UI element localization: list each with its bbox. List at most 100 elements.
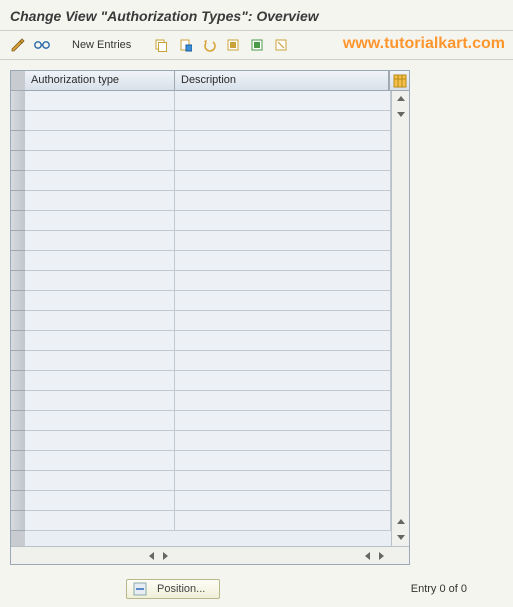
row-selector[interactable] <box>11 451 25 471</box>
table-row[interactable] <box>25 331 391 351</box>
table-row[interactable] <box>25 351 391 371</box>
row-selector[interactable] <box>11 431 25 451</box>
table-row[interactable] <box>25 91 391 111</box>
table-row[interactable] <box>25 111 391 131</box>
row-selector[interactable] <box>11 391 25 411</box>
table-row[interactable] <box>25 311 391 331</box>
cell-description[interactable] <box>175 371 391 390</box>
table-row[interactable] <box>25 371 391 391</box>
cell-description[interactable] <box>175 171 391 190</box>
delete-icon[interactable] <box>175 35 195 55</box>
table-row[interactable] <box>25 291 391 311</box>
position-button[interactable]: Position... <box>126 579 220 599</box>
cell-auth-type[interactable] <box>25 111 175 130</box>
cell-description[interactable] <box>175 451 391 470</box>
cell-auth-type[interactable] <box>25 411 175 430</box>
row-selector[interactable] <box>11 291 25 311</box>
cell-auth-type[interactable] <box>25 331 175 350</box>
horizontal-scrollbar[interactable] <box>11 546 409 564</box>
row-selector[interactable] <box>11 231 25 251</box>
row-selector[interactable] <box>11 491 25 511</box>
cell-description[interactable] <box>175 431 391 450</box>
table-row[interactable] <box>25 191 391 211</box>
scroll-up-bottom-icon[interactable] <box>393 514 409 530</box>
column-header-auth-type[interactable]: Authorization type <box>25 71 175 90</box>
scroll-left-icon[interactable] <box>145 549 159 563</box>
cell-description[interactable] <box>175 251 391 270</box>
row-selector[interactable] <box>11 271 25 291</box>
cell-description[interactable] <box>175 491 391 510</box>
cell-auth-type[interactable] <box>25 231 175 250</box>
row-selector[interactable] <box>11 471 25 491</box>
new-entries-button[interactable]: New Entries <box>66 37 137 53</box>
row-selector[interactable] <box>11 131 25 151</box>
cell-description[interactable] <box>175 331 391 350</box>
table-row[interactable] <box>25 451 391 471</box>
table-row[interactable] <box>25 251 391 271</box>
row-selector[interactable] <box>11 371 25 391</box>
cell-description[interactable] <box>175 211 391 230</box>
table-row[interactable] <box>25 471 391 491</box>
cell-auth-type[interactable] <box>25 431 175 450</box>
scroll-right-icon[interactable] <box>159 549 173 563</box>
scroll-up-icon[interactable] <box>393 91 409 107</box>
table-row[interactable] <box>25 131 391 151</box>
row-selector[interactable] <box>11 211 25 231</box>
glasses-icon[interactable] <box>32 35 52 55</box>
cell-auth-type[interactable] <box>25 491 175 510</box>
table-row[interactable] <box>25 231 391 251</box>
cell-description[interactable] <box>175 231 391 250</box>
table-row[interactable] <box>25 151 391 171</box>
select-block-icon[interactable] <box>247 35 267 55</box>
cell-auth-type[interactable] <box>25 91 175 110</box>
row-selector[interactable] <box>11 171 25 191</box>
cell-description[interactable] <box>175 311 391 330</box>
row-selector[interactable] <box>11 91 25 111</box>
table-row[interactable] <box>25 171 391 191</box>
cell-auth-type[interactable] <box>25 291 175 310</box>
row-selector[interactable] <box>11 311 25 331</box>
cell-auth-type[interactable] <box>25 371 175 390</box>
cell-description[interactable] <box>175 471 391 490</box>
undo-icon[interactable] <box>199 35 219 55</box>
table-row[interactable] <box>25 271 391 291</box>
copy-icon[interactable] <box>151 35 171 55</box>
row-selector[interactable] <box>11 351 25 371</box>
table-row[interactable] <box>25 431 391 451</box>
cell-auth-type[interactable] <box>25 131 175 150</box>
scroll-right-desc-icon[interactable] <box>375 549 389 563</box>
cell-description[interactable] <box>175 511 391 530</box>
cell-auth-type[interactable] <box>25 511 175 530</box>
cell-description[interactable] <box>175 131 391 150</box>
table-row[interactable] <box>25 411 391 431</box>
cell-description[interactable] <box>175 391 391 410</box>
table-row[interactable] <box>25 491 391 511</box>
cell-auth-type[interactable] <box>25 351 175 370</box>
table-row[interactable] <box>25 211 391 231</box>
row-selector[interactable] <box>11 111 25 131</box>
cell-description[interactable] <box>175 291 391 310</box>
cell-auth-type[interactable] <box>25 451 175 470</box>
cell-auth-type[interactable] <box>25 251 175 270</box>
scroll-down-icon[interactable] <box>393 107 409 123</box>
cell-description[interactable] <box>175 111 391 130</box>
cell-description[interactable] <box>175 351 391 370</box>
cell-description[interactable] <box>175 271 391 290</box>
select-all-icon[interactable] <box>223 35 243 55</box>
cell-auth-type[interactable] <box>25 271 175 290</box>
change-icon[interactable] <box>8 35 28 55</box>
row-selector[interactable] <box>11 411 25 431</box>
scroll-down-bottom-icon[interactable] <box>393 530 409 546</box>
cell-auth-type[interactable] <box>25 211 175 230</box>
cell-auth-type[interactable] <box>25 391 175 410</box>
table-config-icon[interactable] <box>389 71 409 90</box>
scroll-left-desc-icon[interactable] <box>361 549 375 563</box>
cell-auth-type[interactable] <box>25 171 175 190</box>
column-header-description[interactable]: Description <box>175 71 389 90</box>
cell-description[interactable] <box>175 91 391 110</box>
vertical-scrollbar[interactable] <box>391 91 409 546</box>
cell-description[interactable] <box>175 191 391 210</box>
cell-auth-type[interactable] <box>25 471 175 490</box>
cell-description[interactable] <box>175 151 391 170</box>
cell-auth-type[interactable] <box>25 151 175 170</box>
